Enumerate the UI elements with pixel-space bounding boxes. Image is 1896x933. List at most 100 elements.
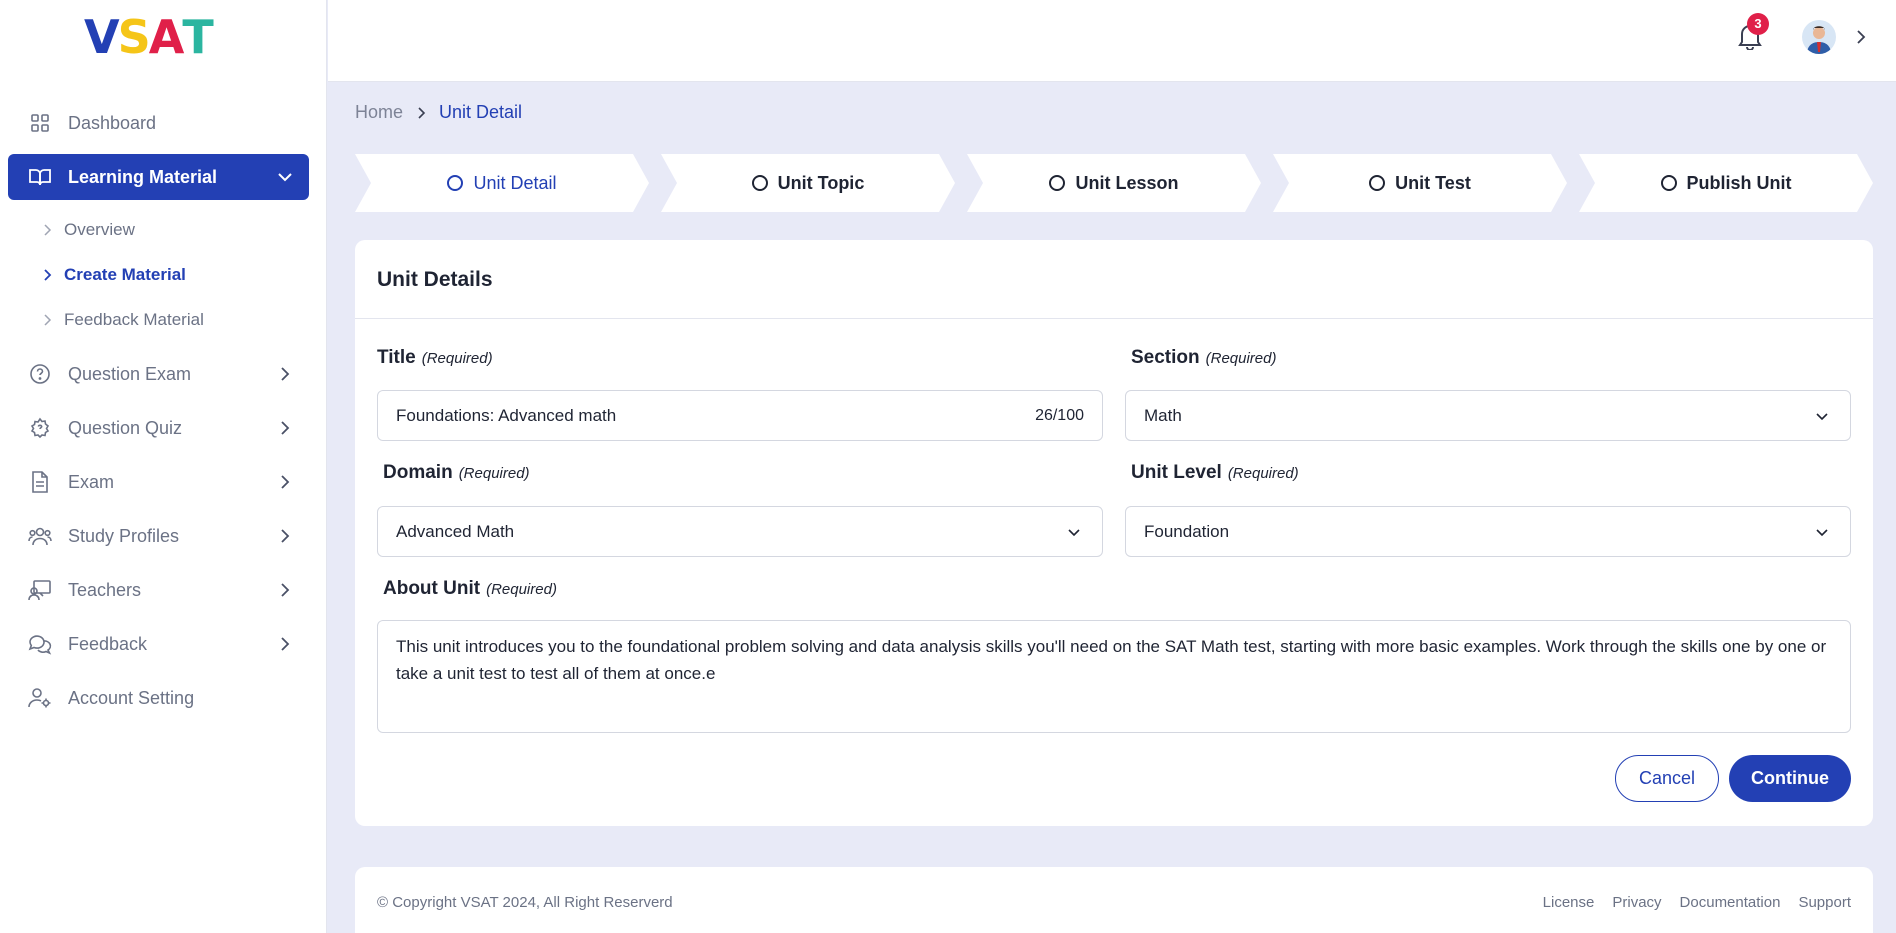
step-circle-icon: [1049, 175, 1066, 191]
chevron-right-icon: [281, 421, 290, 435]
chevron-right-icon: [281, 475, 290, 489]
sidebar: VSAT Dashboard Learning Material Overvie…: [0, 0, 327, 933]
sub-item-feedback-material[interactable]: Feedback Material: [40, 305, 204, 335]
label-text: About Unit: [383, 578, 481, 599]
logo-letter: V: [84, 10, 120, 64]
chevron-right-icon: [281, 367, 290, 381]
step-unit-lesson[interactable]: Unit Lesson: [967, 154, 1261, 212]
char-counter: 26/100: [1035, 406, 1084, 424]
logo-letter: T: [182, 10, 213, 64]
sidebar-item-study-profiles[interactable]: Study Profiles: [8, 513, 309, 559]
section-label: Section (Required): [1131, 347, 1277, 369]
footer: © Copyright VSAT 2024, All Right Reserve…: [355, 867, 1873, 933]
sidebar-item-account-setting[interactable]: Account Setting: [8, 675, 309, 721]
sidebar-item-question-exam[interactable]: Question Exam: [8, 351, 309, 397]
chevron-right-icon: [281, 529, 290, 543]
footer-links: License Privacy Documentation Support: [1543, 894, 1851, 911]
step-circle-icon: [447, 175, 464, 191]
label-text: Domain: [383, 462, 453, 483]
avatar[interactable]: [1802, 20, 1836, 54]
footer-link-license[interactable]: License: [1543, 894, 1595, 911]
sub-item-overview[interactable]: Overview: [40, 215, 135, 245]
footer-link-documentation[interactable]: Documentation: [1680, 894, 1781, 911]
required-note: (Required): [486, 581, 557, 598]
footer-link-support[interactable]: Support: [1798, 894, 1851, 911]
unit-details-card: Unit Details Title (Required) Foundations…: [355, 240, 1873, 826]
chevron-right-icon: [418, 106, 426, 119]
help-circle-icon: [28, 362, 52, 386]
logo-letter: A: [148, 10, 185, 64]
step-circle-icon: [1369, 175, 1386, 191]
copyright-text: © Copyright VSAT 2024, All Right Reserve…: [377, 894, 673, 911]
section-value: Math: [1144, 405, 1182, 425]
sidebar-item-learning-material[interactable]: Learning Material: [8, 154, 309, 200]
cancel-button[interactable]: Cancel: [1615, 755, 1719, 802]
step-circle-icon: [1660, 175, 1677, 191]
step-label: Unit Lesson: [1075, 172, 1179, 193]
chevron-right-icon: [281, 583, 290, 597]
continue-button[interactable]: Continue: [1729, 755, 1851, 802]
sub-item-label: Overview: [64, 220, 135, 239]
label-text: Section: [1131, 347, 1200, 368]
chevron-right-icon: [44, 269, 52, 281]
sidebar-item-label: Exam: [68, 471, 115, 492]
logo-letter: S: [117, 10, 151, 64]
sidebar-item-label: Dashboard: [68, 112, 157, 133]
step-unit-test[interactable]: Unit Test: [1273, 154, 1567, 212]
chevron-down-icon: [1068, 529, 1080, 537]
step-unit-detail[interactable]: Unit Detail: [355, 154, 649, 212]
chevron-right-icon: [281, 637, 290, 651]
sidebar-item-label: Question Quiz: [68, 417, 183, 438]
breadcrumb-current: Unit Detail: [439, 102, 523, 122]
required-note: (Required): [458, 465, 530, 482]
chevron-right-icon: [44, 224, 52, 236]
sub-item-label: Create Material: [64, 265, 186, 284]
sidebar-item-question-quiz[interactable]: Question Quiz: [8, 405, 309, 451]
label-text: Unit Level: [1131, 462, 1222, 483]
unit-level-select[interactable]: Foundation: [1125, 506, 1851, 557]
section-select[interactable]: Math: [1125, 390, 1851, 441]
unit-level-value: Foundation: [1144, 521, 1230, 541]
chevron-down-icon: [278, 173, 292, 182]
about-unit-textarea[interactable]: This unit introduces you to the foundati…: [377, 620, 1851, 733]
sidebar-item-dashboard[interactable]: Dashboard: [8, 100, 309, 146]
domain-value: Advanced Math: [396, 521, 515, 541]
step-circle-icon: [751, 175, 768, 191]
domain-select[interactable]: Advanced Math: [377, 506, 1103, 557]
domain-label: Domain (Required): [383, 462, 530, 484]
label-text: Title: [377, 347, 416, 368]
sidebar-item-label: Question Exam: [68, 363, 192, 384]
book-icon: [28, 165, 52, 189]
chat-icon: [28, 632, 52, 656]
card-title: Unit Details: [377, 268, 493, 291]
step-label: Unit Detail: [473, 172, 557, 193]
sidebar-item-feedback[interactable]: Feedback: [8, 621, 309, 667]
required-note: (Required): [1227, 465, 1299, 482]
quiz-gear-icon: [28, 416, 52, 440]
step-label: Publish Unit: [1686, 172, 1792, 193]
grid-icon: [28, 111, 52, 135]
step-label: Unit Test: [1395, 172, 1471, 193]
title-value: Foundations: Advanced math: [396, 405, 617, 425]
vsat-logo[interactable]: VSAT: [84, 10, 214, 64]
breadcrumb-home[interactable]: Home: [355, 102, 403, 123]
footer-link-privacy[interactable]: Privacy: [1612, 894, 1661, 911]
users-icon: [28, 524, 52, 548]
chevron-right-icon[interactable]: [1852, 28, 1870, 46]
chevron-down-icon: [1816, 413, 1828, 421]
sidebar-item-teachers[interactable]: Teachers: [8, 567, 309, 613]
divider: [355, 318, 1873, 319]
step-unit-topic[interactable]: Unit Topic: [661, 154, 955, 212]
sub-item-create-material[interactable]: Create Material: [40, 260, 186, 290]
sidebar-item-label: Study Profiles: [68, 525, 180, 546]
sidebar-item-exam[interactable]: Exam: [8, 459, 309, 505]
user-gear-icon: [28, 686, 52, 710]
breadcrumb: Home Unit Detail: [355, 102, 522, 123]
sidebar-item-label: Learning Material: [68, 166, 218, 187]
step-label: Unit Topic: [777, 172, 865, 193]
title-input[interactable]: Foundations: Advanced math 26/100: [377, 390, 1103, 441]
required-note: (Required): [421, 350, 493, 367]
sidebar-item-label: Feedback: [68, 633, 148, 654]
chevron-down-icon: [1816, 529, 1828, 537]
step-publish-unit[interactable]: Publish Unit: [1579, 154, 1873, 212]
